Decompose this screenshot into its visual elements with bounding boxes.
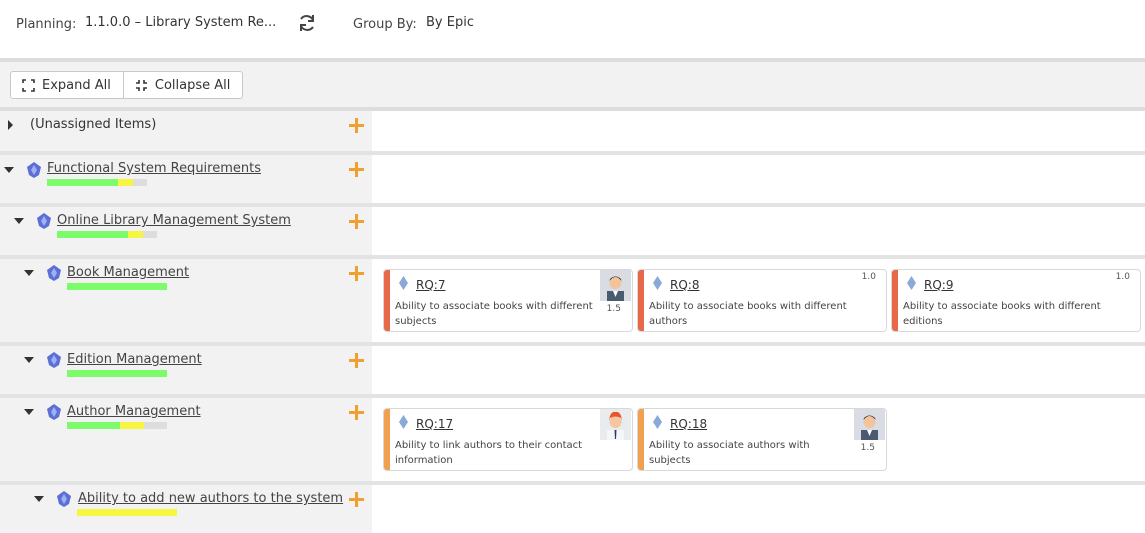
- add-item-icon[interactable]: [349, 162, 364, 177]
- progress-in-progress: [118, 179, 133, 186]
- add-item-icon[interactable]: [349, 118, 364, 133]
- requirement-description: Ability to associate authors with subjec…: [649, 440, 810, 466]
- epic-icon: [27, 162, 41, 178]
- expand-icon: [22, 78, 35, 92]
- planning-release-select[interactable]: 1.1.0.0 – Library System Re...: [85, 15, 276, 30]
- requirement-icon: [653, 415, 662, 429]
- epic-progress-bar: [67, 370, 167, 377]
- requirement-icon: [399, 276, 408, 290]
- requirement-description: Ability to associate books with differen…: [903, 301, 1101, 327]
- epic-progress-bar: [57, 231, 157, 238]
- unassigned-items-label: (Unassigned Items): [30, 117, 157, 132]
- requirement-id-link[interactable]: RQ:8: [670, 278, 699, 292]
- estimate-value: 1.0: [861, 272, 876, 282]
- importance-strip: [384, 270, 390, 331]
- row-book-management: Book Management RQ:7 Ability to associat…: [0, 259, 1145, 342]
- planning-label: Planning:: [16, 17, 77, 32]
- progress-in-progress: [128, 231, 143, 238]
- epic-link[interactable]: Functional System Requirements: [47, 161, 261, 176]
- group-by-label: Group By:: [353, 17, 417, 32]
- requirement-id-link[interactable]: RQ:7: [416, 278, 445, 292]
- board-toolbar: Expand All Collapse All: [0, 62, 1145, 107]
- user-avatar-icon: [600, 270, 631, 301]
- estimate-value: 1.5: [860, 443, 875, 453]
- row-online-library-management-system: Online Library Management System: [0, 207, 1145, 255]
- collapse-caret-icon[interactable]: [24, 409, 34, 415]
- epic-progress-bar: [47, 179, 147, 186]
- progress-in-progress: [120, 422, 144, 429]
- add-item-icon[interactable]: [349, 214, 364, 229]
- requirement-description: Ability to associate books with differen…: [649, 301, 847, 327]
- requirement-id-link[interactable]: RQ:18: [670, 417, 707, 431]
- progress-done: [67, 422, 120, 429]
- epic-icon: [47, 352, 61, 368]
- expand-all-button[interactable]: Expand All: [11, 72, 123, 98]
- row-add-new-authors: Ability to add new authors to the system: [0, 485, 1145, 533]
- collapse-caret-icon[interactable]: [24, 357, 34, 363]
- add-item-icon[interactable]: [349, 353, 364, 368]
- user-avatar-icon: [600, 409, 631, 440]
- row-functional-system-requirements: Functional System Requirements: [0, 155, 1145, 203]
- collapse-caret-icon[interactable]: [34, 496, 44, 502]
- epic-progress-bar: [77, 509, 177, 516]
- requirement-id-link[interactable]: RQ:17: [416, 417, 453, 431]
- requirement-description: Ability to associate books with differen…: [395, 301, 593, 327]
- planning-header: Planning: 1.1.0.0 – Library System Re...…: [0, 0, 1145, 58]
- estimate-value: 1.5: [606, 304, 621, 314]
- epic-link[interactable]: Online Library Management System: [57, 213, 291, 228]
- collapse-caret-icon[interactable]: [4, 167, 14, 173]
- add-item-icon[interactable]: [349, 405, 364, 420]
- requirement-icon: [399, 415, 408, 429]
- epic-link[interactable]: Ability to add new authors to the system: [78, 491, 343, 506]
- progress-done: [67, 283, 167, 290]
- row-unassigned: (Unassigned Items): [0, 111, 1145, 151]
- importance-strip: [638, 270, 644, 331]
- epic-link[interactable]: Book Management: [67, 265, 189, 280]
- row-author-management: Author Management RQ:17 Ability to link …: [0, 398, 1145, 481]
- requirement-description: Ability to link authors to their contact…: [395, 440, 583, 466]
- progress-done: [57, 231, 128, 238]
- estimate-value: 1.0: [1115, 272, 1130, 282]
- collapse-caret-icon[interactable]: [14, 218, 24, 224]
- requirement-card[interactable]: RQ:17 Ability to link authors to their c…: [383, 408, 633, 471]
- user-avatar-icon: [854, 409, 885, 440]
- epic-link[interactable]: Edition Management: [67, 352, 202, 367]
- progress-in-progress: [77, 509, 177, 516]
- collapse-icon: [135, 79, 147, 91]
- requirement-card[interactable]: RQ:18 Ability to associate authors with …: [637, 408, 887, 471]
- group-by-select[interactable]: By Epic: [426, 15, 474, 30]
- expand-all-label: Expand All: [42, 77, 111, 93]
- requirement-card[interactable]: RQ:8 Ability to associate books with dif…: [637, 269, 887, 332]
- requirement-icon: [653, 276, 662, 290]
- requirement-card[interactable]: RQ:7 Ability to associate books with dif…: [383, 269, 633, 332]
- epic-progress-bar: [67, 283, 167, 290]
- epic-link[interactable]: Author Management: [67, 404, 201, 419]
- refresh-icon[interactable]: [297, 13, 317, 33]
- importance-strip: [384, 409, 390, 470]
- requirement-id-link[interactable]: RQ:9: [924, 278, 953, 292]
- add-item-icon[interactable]: [349, 492, 364, 507]
- progress-done: [67, 370, 167, 377]
- progress-done: [47, 179, 118, 186]
- epic-progress-bar: [67, 422, 167, 429]
- requirement-icon: [907, 276, 916, 290]
- epic-icon: [37, 213, 51, 229]
- row-edition-management: Edition Management: [0, 346, 1145, 394]
- add-item-icon[interactable]: [349, 266, 364, 281]
- collapse-all-button[interactable]: Collapse All: [122, 72, 243, 98]
- collapse-all-label: Collapse All: [154, 77, 231, 93]
- epic-icon: [47, 265, 61, 281]
- requirement-card[interactable]: RQ:9 Ability to associate books with dif…: [891, 269, 1141, 332]
- expand-caret-icon[interactable]: [8, 120, 13, 130]
- importance-strip: [892, 270, 898, 331]
- importance-strip: [638, 409, 644, 470]
- expand-collapse-group: Expand All Collapse All: [10, 71, 244, 99]
- collapse-caret-icon[interactable]: [24, 270, 34, 276]
- epic-icon: [47, 404, 61, 420]
- epic-icon: [57, 491, 71, 507]
